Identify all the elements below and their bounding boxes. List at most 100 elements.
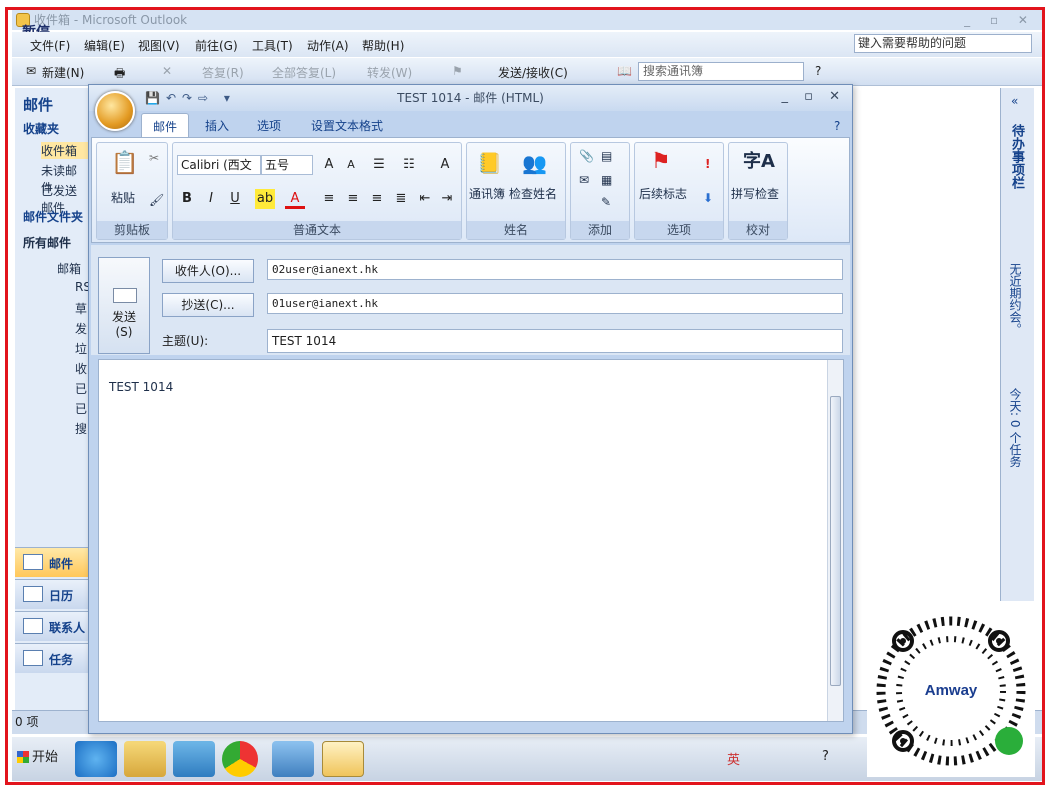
nav-calendar-button[interactable]: 日历	[15, 579, 89, 609]
help-search-input[interactable]: 键入需要帮助的问题	[854, 34, 1032, 53]
address-book-button[interactable]: 通讯簿	[469, 185, 505, 202]
signature-icon[interactable]: ✎	[601, 195, 611, 209]
explorer-icon[interactable]	[124, 741, 166, 777]
ime-language-indicator[interactable]: 英	[727, 749, 740, 768]
new-button[interactable]: 新建(N)	[42, 64, 84, 81]
body-scrollbar[interactable]	[827, 360, 843, 721]
message-window-controls[interactable]: _ ▫ ✕	[782, 89, 846, 104]
send-receive-button[interactable]: 发送/接收(C)	[498, 64, 568, 81]
nav-tasks-button[interactable]: 任务	[15, 643, 89, 673]
forward-button[interactable]: 转发(W)	[367, 64, 412, 81]
media-player-icon[interactable]	[173, 741, 215, 777]
delete-icon[interactable]: ✕	[162, 64, 172, 78]
tab-insert[interactable]: 插入	[205, 117, 229, 134]
bold-button[interactable]: B	[177, 189, 197, 209]
folder-sent[interactable]: 已	[75, 380, 87, 397]
send-button-key: (S)	[115, 325, 133, 339]
tab-message[interactable]: 邮件	[141, 113, 190, 137]
increase-indent-button[interactable]: ⇥	[437, 189, 457, 209]
reply-button[interactable]: 答复(R)	[202, 64, 244, 81]
shrink-font-button[interactable]: A	[341, 155, 361, 175]
align-left-button[interactable]: ≡	[319, 189, 339, 209]
folder-search[interactable]: 搜	[75, 420, 87, 437]
ie-icon[interactable]	[75, 741, 117, 777]
all-mail-items[interactable]: 所有邮件	[23, 234, 71, 251]
menu-go[interactable]: 前往(G)	[195, 37, 238, 54]
follow-up-button[interactable]: 后续标志	[639, 185, 687, 202]
group-options: ⚑ 后续标志 ! ⬇ 选项	[634, 142, 724, 240]
align-center-button[interactable]: ≡	[343, 189, 363, 209]
follow-up-flag-icon[interactable]: ⚑	[651, 149, 671, 174]
ribbon-help-icon[interactable]: ?	[834, 119, 840, 133]
print-icon[interactable]: 🖶	[114, 64, 125, 85]
reply-all-button[interactable]: 全部答复(L)	[272, 64, 336, 81]
menu-actions[interactable]: 动作(A)	[307, 37, 349, 54]
tab-format-text[interactable]: 设置文本格式	[311, 117, 383, 134]
cc-button[interactable]: 抄送(C)...	[162, 293, 254, 317]
menu-file[interactable]: 文件(F)	[30, 37, 70, 54]
chrome-icon[interactable]	[222, 741, 258, 777]
tray-help-icon[interactable]: ?	[822, 749, 829, 764]
outlook-taskbar-icon[interactable]	[322, 741, 364, 777]
font-name-select[interactable]: Calibri (西文	[177, 155, 261, 175]
font-color-button[interactable]: A	[285, 189, 305, 209]
cut-icon[interactable]: ✂	[149, 151, 159, 165]
numbering-button[interactable]: ☷	[399, 155, 419, 175]
attach-file-icon[interactable]: 📎	[579, 149, 594, 163]
subject-field[interactable]: TEST 1014	[267, 329, 843, 353]
help-icon[interactable]: ?	[815, 64, 821, 78]
justify-button[interactable]: ≣	[391, 189, 411, 209]
decrease-indent-button[interactable]: ⇤	[415, 189, 435, 209]
low-importance-icon[interactable]: ⬇	[703, 191, 713, 205]
bullets-button[interactable]: ☰	[369, 155, 389, 175]
menu-help[interactable]: 帮助(H)	[362, 37, 404, 54]
attach-item-icon[interactable]: ✉	[579, 173, 589, 187]
spelling-icon[interactable]: 字A	[743, 147, 775, 173]
window-controls[interactable]: _ ▫ ✕	[964, 10, 1036, 30]
menu-tools[interactable]: 工具(T)	[252, 37, 293, 54]
align-right-button[interactable]: ≡	[367, 189, 387, 209]
folder-outbox[interactable]: 发	[75, 320, 87, 337]
mail-icon	[23, 554, 43, 570]
nav-contacts-button[interactable]: 联系人	[15, 611, 89, 641]
check-names-icon[interactable]: 👥	[522, 151, 547, 175]
folder-deleted[interactable]: 已	[75, 400, 87, 417]
address-book-icon[interactable]: 📖	[617, 64, 632, 78]
to-button[interactable]: 收件人(O)...	[162, 259, 254, 283]
mailbox-folder[interactable]: 邮箱	[57, 260, 81, 277]
italic-button[interactable]: I	[201, 189, 221, 209]
expand-chevron-icon[interactable]: «	[1011, 94, 1018, 108]
styles-button[interactable]: A	[435, 155, 455, 175]
search-address-book-input[interactable]: 搜索通讯簿	[638, 62, 804, 81]
menu-view[interactable]: 视图(V)	[138, 37, 180, 54]
network-icon[interactable]	[272, 741, 314, 777]
scrollbar-thumb[interactable]	[830, 396, 841, 686]
spelling-button[interactable]: 拼写检查	[731, 185, 779, 202]
calendar-insert-icon[interactable]: ▦	[601, 173, 612, 187]
folder-junk[interactable]: 垃	[75, 340, 87, 357]
grow-font-button[interactable]: A	[319, 155, 339, 175]
to-field[interactable]: 02user@ianext.hk	[267, 259, 843, 280]
high-importance-icon[interactable]: !	[705, 157, 710, 171]
menu-edit[interactable]: 编辑(E)	[84, 37, 125, 54]
folder-inbox[interactable]: 收	[75, 360, 87, 377]
start-button[interactable]: 开始	[14, 742, 62, 774]
business-card-icon[interactable]: ▤	[601, 149, 612, 163]
underline-button[interactable]: U	[225, 189, 245, 209]
fav-inbox[interactable]: 收件箱	[41, 142, 89, 159]
nav-mail-button[interactable]: 邮件	[15, 547, 89, 577]
font-size-select[interactable]: 五号	[261, 155, 313, 175]
paste-button[interactable]: 粘贴	[111, 189, 135, 206]
format-painter-icon[interactable]: 🖌	[149, 193, 164, 207]
quick-access-toolbar[interactable]: 💾↶↷⇨ ▾	[145, 91, 236, 105]
check-names-button[interactable]: 检查姓名	[509, 185, 557, 202]
message-body[interactable]: TEST 1014	[98, 359, 844, 722]
tab-options[interactable]: 选项	[257, 117, 281, 134]
folder-drafts[interactable]: 草	[75, 300, 87, 317]
send-button[interactable]: 发送 (S)	[98, 257, 150, 354]
address-book-ribbon-icon[interactable]: 📒	[477, 151, 502, 175]
cc-field[interactable]: 01user@ianext.hk	[267, 293, 843, 314]
flag-icon[interactable]: ⚑	[452, 64, 463, 78]
highlight-button[interactable]: ab	[255, 189, 275, 209]
paste-icon[interactable]: 📋	[111, 151, 138, 176]
